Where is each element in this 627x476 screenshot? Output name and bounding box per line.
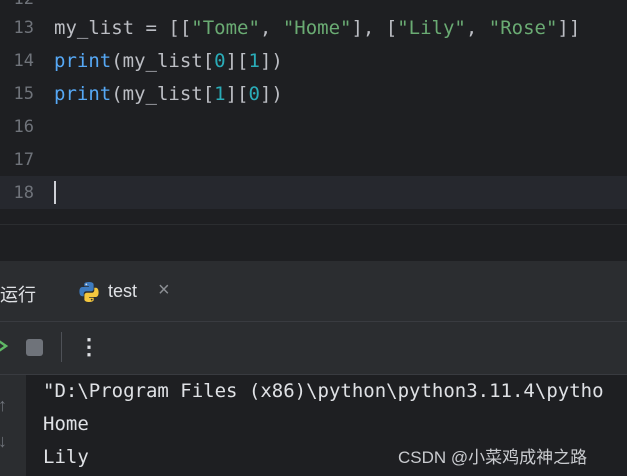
arrow-up-icon[interactable]: ↑ xyxy=(0,395,7,416)
code-editor[interactable]: 12 13 14 15 16 17 18 my_list = [["Tome",… xyxy=(0,0,627,224)
code-token: ]) xyxy=(259,50,283,72)
line-number: 15 xyxy=(13,84,34,104)
tab-label: test xyxy=(108,281,138,301)
current-line-highlight xyxy=(0,176,627,209)
code-line[interactable]: print(my_list[0][1]) xyxy=(54,45,283,78)
console-line: "D:\Program Files (x86)\python\python3.1… xyxy=(43,380,604,402)
panel-splitter[interactable] xyxy=(0,224,627,262)
console-line: Home xyxy=(43,413,89,435)
code-token: , xyxy=(259,17,283,39)
code-token: ]) xyxy=(259,83,283,105)
more-options-icon[interactable]: ⋮ xyxy=(78,334,100,360)
code-token: my_list = [[ xyxy=(54,17,192,39)
code-token: "Rose" xyxy=(488,17,558,39)
arrow-down-icon[interactable]: ↓ xyxy=(0,431,7,452)
stop-icon[interactable] xyxy=(26,339,43,356)
line-number: 18 xyxy=(13,183,34,203)
run-toolbar: ⋮ xyxy=(0,322,627,375)
code-token: 1 xyxy=(214,83,226,105)
console-gutter: ↑ ↓ xyxy=(0,375,26,476)
line-number: 13 xyxy=(13,18,34,38)
code-token: , xyxy=(465,17,489,39)
code-token: (my_list[ xyxy=(111,83,215,105)
python-icon xyxy=(79,282,99,302)
run-tool-header: 运行 test × xyxy=(0,261,627,358)
code-token: print xyxy=(54,50,112,72)
code-token: 1 xyxy=(248,50,260,72)
code-line[interactable]: print(my_list[1][0]) xyxy=(54,78,283,111)
close-icon[interactable]: × xyxy=(158,279,170,302)
code-token: ][ xyxy=(225,83,249,105)
text-caret xyxy=(54,181,56,204)
run-tool-window: 运行 test × ⋮ ↑ ↓ "D:\Program Files (x86)\… xyxy=(0,224,627,476)
code-token: ]] xyxy=(557,17,581,39)
code-token: 0 xyxy=(214,50,226,72)
watermark: CSDN @小菜鸡成神之路 xyxy=(398,448,588,467)
line-number: 17 xyxy=(13,150,34,170)
console-line: Lily xyxy=(43,446,89,468)
code-token: "Tome" xyxy=(191,17,260,39)
toolbar-divider xyxy=(61,332,62,362)
code-token: ][ xyxy=(225,50,249,72)
line-number: 14 xyxy=(13,51,34,71)
line-number: 16 xyxy=(13,117,34,137)
code-token: print xyxy=(54,83,112,105)
code-token: "Lily" xyxy=(397,17,466,39)
code-token: ], [ xyxy=(351,17,398,39)
run-tool-title: 运行 xyxy=(0,285,36,305)
code-token: "Home" xyxy=(282,17,352,39)
code-token: 0 xyxy=(248,83,260,105)
rerun-icon[interactable] xyxy=(0,335,8,357)
code-token: (my_list[ xyxy=(111,50,215,72)
code-line[interactable]: my_list = [["Tome", "Home"], ["Lily", "R… xyxy=(54,12,580,45)
